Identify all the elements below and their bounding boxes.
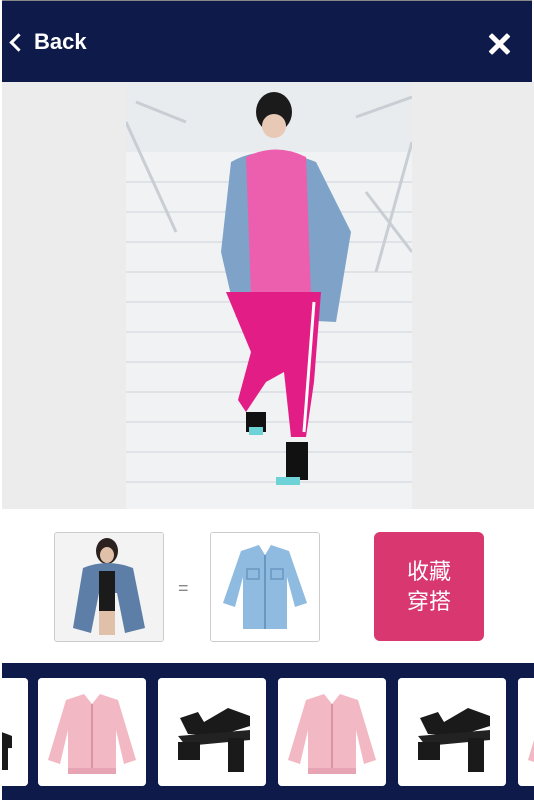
product-card[interactable] — [2, 678, 28, 786]
product-card[interactable] — [398, 678, 506, 786]
back-label: Back — [34, 29, 87, 54]
close-icon[interactable] — [488, 33, 510, 55]
outfit-row: = 收藏 穿搭 — [0, 510, 534, 660]
save-outfit-label-line2: 穿搭 — [406, 588, 451, 614]
heel-sandal-image — [398, 678, 506, 786]
heel-sandal-image — [158, 678, 266, 786]
outfit-thumbnail[interactable] — [54, 532, 164, 642]
equals-sign: = — [178, 578, 189, 598]
heel-sandal-image — [2, 678, 28, 786]
chevron-left-icon — [9, 33, 28, 52]
product-card[interactable] — [278, 678, 386, 786]
save-outfit-label-line1: 收藏 — [406, 558, 451, 584]
outfit-thumbnail-image — [55, 533, 163, 641]
back-button[interactable]: Back — [9, 29, 87, 55]
outfit-photo — [126, 82, 412, 509]
product-card[interactable] — [518, 678, 534, 786]
top-bar: Back — [2, 0, 532, 83]
pink-bomber-jacket-image — [38, 678, 146, 786]
save-outfit-button[interactable]: 收藏 穿搭 — [374, 532, 484, 641]
jacket-thumbnail[interactable] — [210, 532, 320, 642]
outfit-photo-illustration — [126, 82, 412, 509]
product-card[interactable] — [38, 678, 146, 786]
product-carousel[interactable] — [2, 663, 534, 800]
product-card[interactable] — [158, 678, 266, 786]
photo-area — [2, 82, 534, 509]
pink-bomber-jacket-image — [518, 678, 534, 786]
pink-bomber-jacket-image — [278, 678, 386, 786]
denim-jacket-image — [211, 533, 319, 641]
